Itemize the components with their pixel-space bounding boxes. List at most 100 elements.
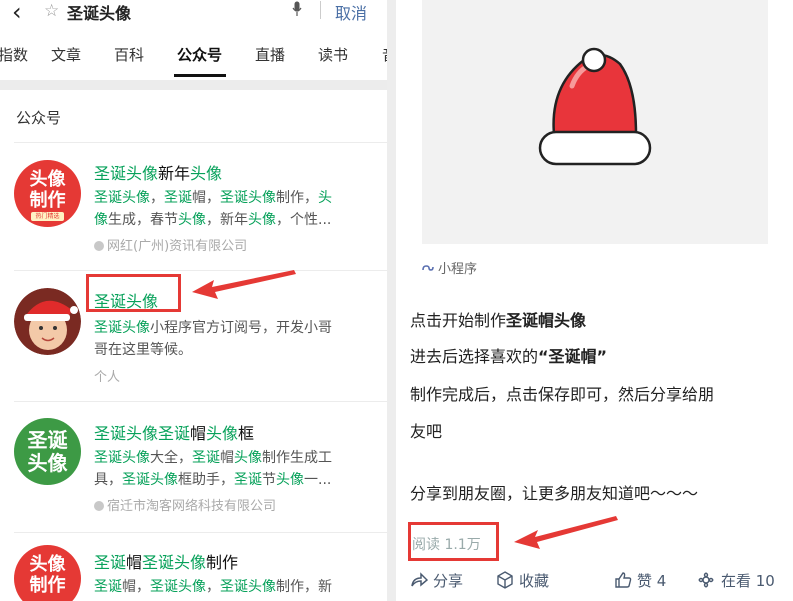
text-segment: 新年 (158, 164, 191, 183)
tab-index[interactable]: 指数 (0, 44, 28, 65)
article-line: 制作完成后，点击保存即可，然后分享给朋 (410, 385, 714, 404)
keyword-highlight: 头像 (178, 212, 206, 228)
text-segment: 进去后选择喜欢的 (410, 347, 539, 366)
text-segment: ，个性... (276, 212, 332, 228)
text-segment: 框 (238, 424, 255, 443)
result-item[interactable]: 圣诞 头像 圣诞头像圣诞帽头像框 圣诞头像大全，圣诞帽头像制作生成工 具，圣诞头像框… (0, 401, 387, 532)
search-results-pane: ‹ ☆ 圣诞头像 取消 指数 文章 百科 公众号 直播 读书 音 公众号 头像制… (0, 0, 387, 601)
flower-icon (698, 572, 714, 588)
divider (14, 532, 387, 533)
annotation-box (408, 522, 499, 561)
text-segment: 点击开始制作 (410, 311, 507, 330)
search-query[interactable]: 圣诞头像 (67, 0, 131, 24)
result-description: 圣诞头像小程序官方订阅号，开发小哥哥在这里等候。 (94, 317, 366, 361)
tab-live[interactable]: 直播 (255, 44, 285, 65)
text-segment: 制作 (206, 553, 239, 572)
favorite-button[interactable]: 收藏 (496, 570, 549, 591)
tabs-separator (0, 80, 387, 90)
result-title[interactable]: 圣诞头像新年头像 (94, 160, 222, 184)
result-item[interactable]: 头像 制作 圣诞帽圣诞头像制作 圣诞帽，圣诞头像，圣诞头像制作，新 (0, 532, 387, 601)
text-segment: 圣诞帽头像 (506, 311, 587, 330)
keyword-highlight: 圣诞头像 (220, 190, 276, 206)
keyword-highlight: 圣诞 (234, 472, 262, 488)
text-segment: ， (206, 579, 220, 595)
text-segment: ， (150, 190, 164, 206)
result-description: 圣诞头像，圣诞帽，圣诞头像制作，头 像生成，春节头像，新年头像，个性... (94, 187, 366, 231)
text-segment: 小程序官方订阅号，开发小哥 (150, 320, 332, 336)
active-tab-indicator (174, 74, 226, 77)
result-source: 网红(广州)资讯有限公司 (94, 235, 247, 254)
text-segment: 帽 (126, 553, 143, 572)
result-description: 圣诞帽，圣诞头像，圣诞头像制作，新 (94, 576, 366, 598)
keyword-highlight: 圣诞头像 (94, 450, 150, 466)
annotation-arrow (192, 270, 296, 299)
result-item[interactable]: 头像 制作 热门精选 圣诞头像新年头像 圣诞头像，圣诞帽，圣诞头像制作，头 像生成，… (0, 142, 387, 270)
santa-hat-image (538, 47, 652, 166)
keyword-highlight: 圣诞 (94, 579, 122, 595)
like-button[interactable]: 赞 4 (614, 570, 666, 591)
avatar: 头像 制作 (14, 545, 81, 601)
avatar: 圣诞 头像 (14, 418, 81, 485)
article-line: 进去后选择喜欢的“圣诞帽” (410, 347, 607, 366)
result-source: 宿迁市淘客网络科技有限公司 (94, 495, 276, 514)
watching-button[interactable]: 在看 10 (696, 570, 775, 591)
text-segment: 制作生成工 (262, 450, 332, 466)
cancel-button[interactable]: 取消 (335, 0, 367, 24)
divider (320, 1, 321, 19)
article-line: 分享到朋友圈，让更多朋友知道吧～～～ (410, 484, 698, 503)
text-segment: 分享到朋友圈，让更多朋友知道吧～～～ (410, 484, 699, 503)
keyword-highlight: 头像 (276, 472, 304, 488)
article-line: 点击开始制作圣诞帽头像 (410, 311, 586, 330)
search-bar: ‹ ☆ 圣诞头像 取消 (0, 0, 387, 30)
text-segment: 框助手， (178, 472, 234, 488)
text-segment: 制作完成后，点击保存即可，然后分享给朋 (410, 385, 715, 404)
tab-official-accounts[interactable]: 公众号 (177, 44, 222, 65)
star-icon[interactable]: ☆ (44, 1, 59, 21)
text-segment: ，新年 (206, 212, 248, 228)
keyword-highlight: 圣诞头像 (94, 320, 150, 336)
keyword-highlight: 圣诞头像圣诞 (94, 424, 191, 443)
keyword-highlight: 圣诞头像 (94, 190, 150, 206)
text-segment: 生成，春节 (108, 212, 178, 228)
keyword-highlight: 圣诞头像 (122, 472, 178, 488)
keyword-highlight: 圣诞 (94, 553, 127, 572)
text-segment: 哥在这里等候。 (94, 342, 192, 358)
avatar: 头像 制作 热门精选 (14, 160, 81, 227)
tab-encyclopedia[interactable]: 百科 (114, 44, 144, 65)
text-segment: 友吧 (410, 422, 443, 441)
tab-articles[interactable]: 文章 (51, 44, 81, 65)
box-icon (497, 571, 513, 589)
keyword-highlight: 头像 (206, 424, 239, 443)
avatar-tag: 热门精选 (31, 212, 64, 221)
text-segment: 具， (94, 472, 122, 488)
mini-program-card[interactable] (422, 0, 768, 244)
text-segment: 帽 (190, 424, 207, 443)
keyword-highlight: 圣诞头像 (150, 579, 206, 595)
mini-program-icon (422, 265, 434, 271)
result-source: 个人 (94, 370, 121, 385)
text-segment: 制作， (276, 190, 318, 206)
divider (14, 401, 387, 402)
tab-reading[interactable]: 读书 (318, 44, 348, 65)
keyword-highlight: 圣诞 (192, 450, 220, 466)
keyword-highlight: 像 (94, 212, 108, 228)
avatar-text: 头像 制作 (29, 554, 66, 596)
keyword-highlight: 圣诞头像 (142, 553, 207, 572)
share-button[interactable]: 分享 (410, 570, 463, 591)
share-icon (411, 572, 429, 587)
keyword-highlight: 圣诞头像 (94, 164, 159, 183)
text-segment: “圣诞帽” (538, 347, 608, 366)
avatar-text: 圣诞 头像 (27, 428, 68, 475)
microphone-icon[interactable] (292, 1, 302, 17)
article-pane: 小程序 点击开始制作圣诞帽头像 进去后选择喜欢的“圣诞帽” 制作完成后，点击保存… (396, 0, 793, 601)
category-tabs: 指数 文章 百科 公众号 直播 读书 音 (0, 44, 387, 78)
result-title[interactable]: 圣诞帽圣诞头像制作 (94, 549, 238, 573)
mini-program-label[interactable]: 小程序 (422, 258, 477, 277)
text-segment: 一... (304, 472, 332, 488)
back-icon[interactable]: ‹ (12, 0, 22, 26)
section-title: 公众号 (16, 109, 62, 127)
result-title[interactable]: 圣诞头像圣诞帽头像框 (94, 420, 254, 444)
article-actions: 分享 收藏 赞 4 在看 10 (410, 570, 790, 594)
annotation-box (86, 274, 181, 312)
keyword-highlight: 圣诞头像 (220, 579, 276, 595)
